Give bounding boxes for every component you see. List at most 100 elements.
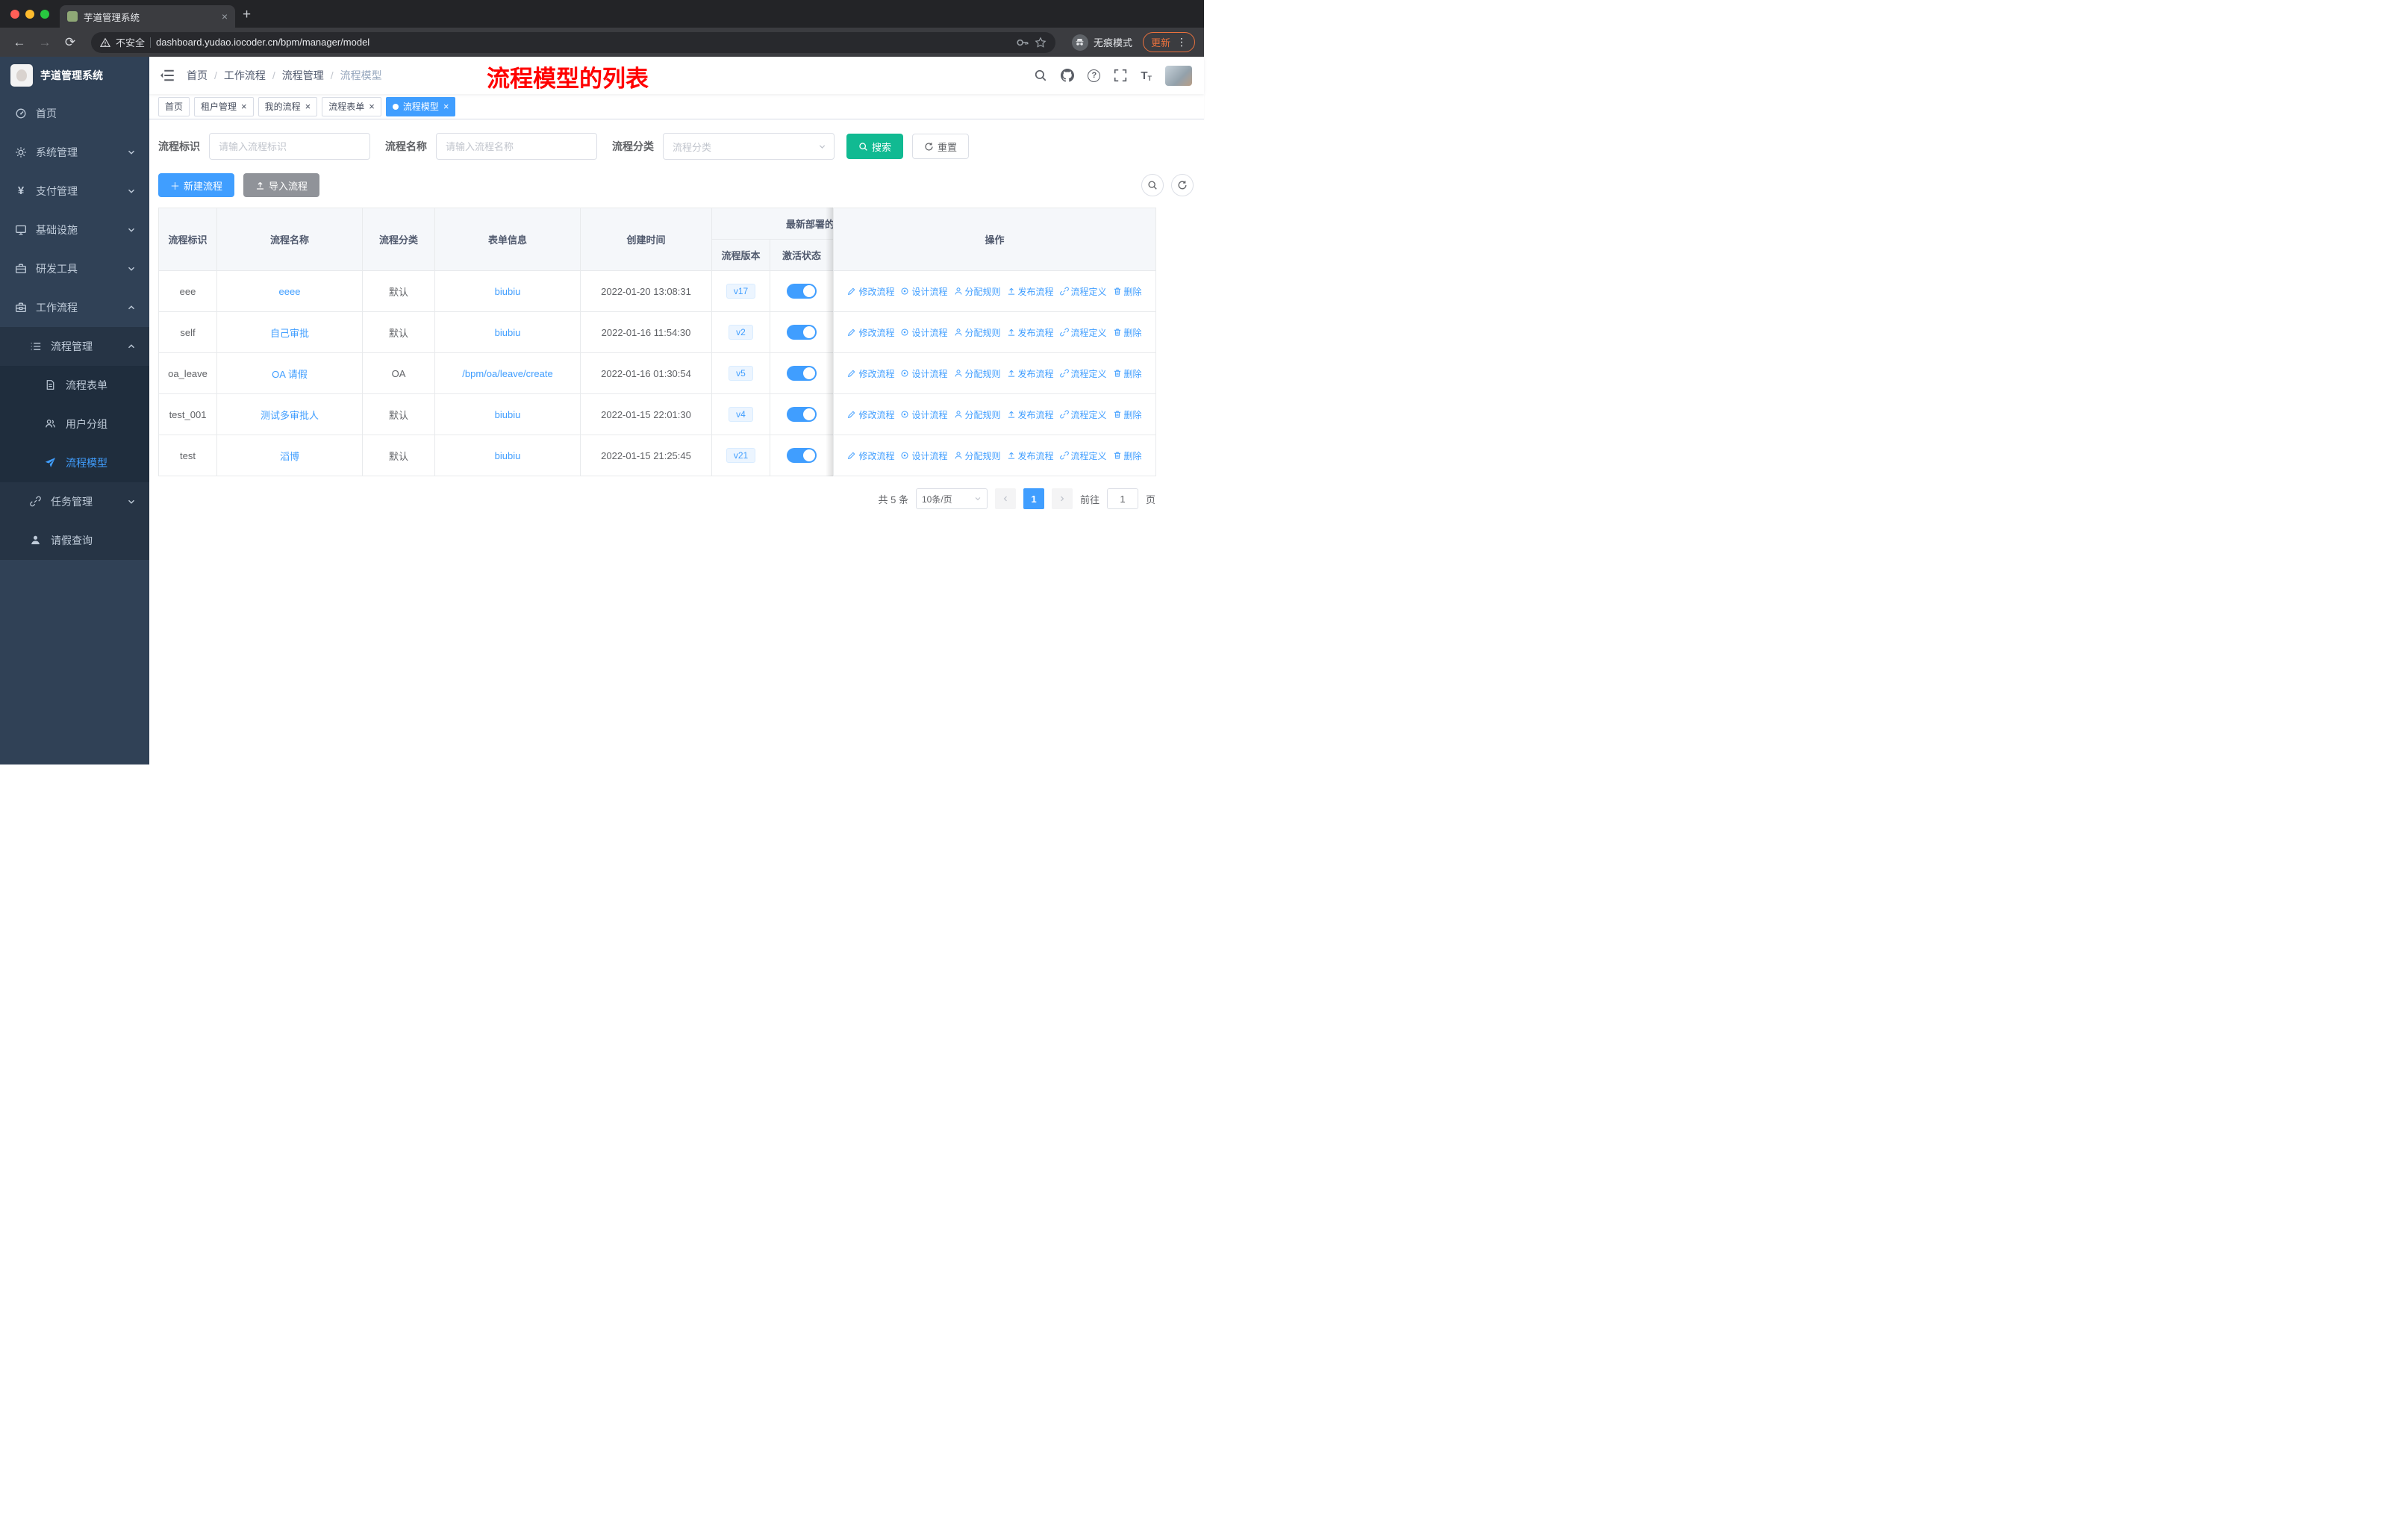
close-icon[interactable]: × <box>443 102 449 111</box>
user-avatar[interactable] <box>1165 65 1192 86</box>
op-assign-link[interactable]: 分配规则 <box>954 326 1001 339</box>
op-definition-link[interactable]: 流程定义 <box>1059 326 1107 339</box>
address-bar[interactable]: 不安全 dashboard.yudao.iocoder.cn/bpm/manag… <box>91 31 1055 53</box>
op-design-link[interactable]: 设计流程 <box>900 449 948 462</box>
op-definition-link[interactable]: 流程定义 <box>1059 449 1107 462</box>
bookmark-star-icon[interactable] <box>1035 36 1047 49</box>
next-page-button[interactable] <box>1051 488 1073 509</box>
forward-button[interactable]: → <box>34 32 55 53</box>
form-info-link[interactable]: biubiu <box>495 409 521 420</box>
page-size-select[interactable]: 10条/页 <box>915 488 988 509</box>
op-publish-link[interactable]: 发布流程 <box>1007 449 1054 462</box>
fullscreen-icon[interactable] <box>1114 69 1127 82</box>
op-edit-link[interactable]: 修改流程 <box>847 449 894 462</box>
op-definition-link[interactable]: 流程定义 <box>1059 285 1107 298</box>
op-publish-link[interactable]: 发布流程 <box>1007 285 1054 298</box>
goto-page-input[interactable] <box>1106 488 1138 509</box>
zoom-window-button[interactable] <box>40 10 49 19</box>
breadcrumb-process-management[interactable]: 流程管理 <box>282 68 324 83</box>
form-info-link[interactable]: biubiu <box>495 450 521 461</box>
search-button[interactable]: 搜索 <box>846 134 904 159</box>
op-edit-link[interactable]: 修改流程 <box>847 326 894 339</box>
close-icon[interactable]: × <box>369 102 375 111</box>
sidebar-item-process-management[interactable]: 流程管理 <box>0 327 149 366</box>
browser-tab[interactable]: 芋道管理系统 × <box>60 5 235 28</box>
op-assign-link[interactable]: 分配规则 <box>954 367 1001 380</box>
prev-page-button[interactable] <box>994 488 1016 509</box>
github-icon[interactable] <box>1061 69 1075 82</box>
sidebar-fold-icon[interactable] <box>160 68 175 83</box>
tag-home[interactable]: 首页 <box>158 96 190 116</box>
tag-tenant[interactable]: 租户管理 × <box>194 96 254 116</box>
breadcrumb-home[interactable]: 首页 <box>187 68 208 83</box>
op-design-link[interactable]: 设计流程 <box>900 285 948 298</box>
close-icon[interactable]: × <box>305 102 311 111</box>
op-edit-link[interactable]: 修改流程 <box>847 367 894 380</box>
close-window-button[interactable] <box>10 10 19 19</box>
active-toggle[interactable] <box>787 284 817 299</box>
process-name-link[interactable]: 测试多审批人 <box>261 410 319 421</box>
op-delete-link[interactable]: 删除 <box>1113 285 1142 298</box>
breadcrumb-workflow[interactable]: 工作流程 <box>224 68 266 83</box>
process-key-input[interactable] <box>209 133 370 160</box>
sidebar-item-devtools[interactable]: 研发工具 <box>0 249 149 288</box>
op-design-link[interactable]: 设计流程 <box>900 367 948 380</box>
sidebar-item-process-form[interactable]: 流程表单 <box>0 366 149 405</box>
op-edit-link[interactable]: 修改流程 <box>847 285 894 298</box>
sidebar-item-infrastructure[interactable]: 基础设施 <box>0 211 149 249</box>
op-publish-link[interactable]: 发布流程 <box>1007 408 1054 421</box>
current-page-button[interactable]: 1 <box>1023 488 1044 509</box>
form-info-link[interactable]: biubiu <box>495 327 521 338</box>
op-assign-link[interactable]: 分配规则 <box>954 408 1001 421</box>
refresh-table-button[interactable] <box>1171 174 1194 196</box>
tag-process-form[interactable]: 流程表单 × <box>322 96 381 116</box>
import-process-button[interactable]: 导入流程 <box>243 173 320 197</box>
sidebar-item-leave-query[interactable]: 请假查询 <box>0 521 149 560</box>
sidebar-item-user-group[interactable]: 用户分组 <box>0 405 149 443</box>
sidebar-item-workflow[interactable]: 工作流程 <box>0 288 149 327</box>
create-process-button[interactable]: ＋ 新建流程 <box>158 173 235 197</box>
op-publish-link[interactable]: 发布流程 <box>1007 326 1054 339</box>
reload-button[interactable]: ⟳ <box>60 32 81 53</box>
process-name-link[interactable]: 滔博 <box>280 451 299 462</box>
process-name-link[interactable]: eeee <box>279 286 301 297</box>
category-select[interactable]: 流程分类 <box>663 133 835 160</box>
tag-process-model[interactable]: 流程模型 × <box>385 96 456 116</box>
form-info-link[interactable]: /bpm/oa/leave/create <box>462 368 552 379</box>
sidebar-item-process-model[interactable]: 流程模型 <box>0 443 149 482</box>
op-delete-link[interactable]: 删除 <box>1113 367 1142 380</box>
active-toggle[interactable] <box>787 366 817 381</box>
process-name-input[interactable] <box>436 133 597 160</box>
op-delete-link[interactable]: 删除 <box>1113 449 1142 462</box>
op-definition-link[interactable]: 流程定义 <box>1059 367 1107 380</box>
op-delete-link[interactable]: 删除 <box>1113 326 1142 339</box>
help-icon[interactable]: ? <box>1088 69 1101 82</box>
toggle-search-button[interactable] <box>1141 174 1164 196</box>
process-name-link[interactable]: 自己审批 <box>270 328 309 339</box>
search-icon[interactable] <box>1034 69 1047 82</box>
op-edit-link[interactable]: 修改流程 <box>847 408 894 421</box>
tag-my-process[interactable]: 我的流程 × <box>258 96 318 116</box>
key-icon[interactable] <box>1016 36 1029 49</box>
op-delete-link[interactable]: 删除 <box>1113 408 1142 421</box>
font-size-icon[interactable]: TT <box>1141 69 1152 82</box>
new-tab-button[interactable]: + <box>235 7 260 28</box>
sidebar-item-payment[interactable]: ¥ 支付管理 <box>0 172 149 211</box>
browser-menu-icon[interactable]: ⋮ <box>1176 36 1187 49</box>
op-publish-link[interactable]: 发布流程 <box>1007 367 1054 380</box>
active-toggle[interactable] <box>787 407 817 422</box>
tab-close-icon[interactable]: × <box>222 11 228 22</box>
op-assign-link[interactable]: 分配规则 <box>954 449 1001 462</box>
sidebar-item-task-management[interactable]: 任务管理 <box>0 482 149 521</box>
active-toggle[interactable] <box>787 448 817 463</box>
process-name-link[interactable]: OA 请假 <box>272 369 308 380</box>
app-logo[interactable]: 芋道管理系统 <box>0 57 149 94</box>
update-button[interactable]: 更新 ⋮ <box>1142 32 1195 52</box>
op-assign-link[interactable]: 分配规则 <box>954 285 1001 298</box>
sidebar-item-home[interactable]: 首页 <box>0 94 149 133</box>
sidebar-item-system[interactable]: 系统管理 <box>0 133 149 172</box>
reset-button[interactable]: 重置 <box>912 134 970 159</box>
active-toggle[interactable] <box>787 325 817 340</box>
op-design-link[interactable]: 设计流程 <box>900 326 948 339</box>
form-info-link[interactable]: biubiu <box>495 286 521 297</box>
